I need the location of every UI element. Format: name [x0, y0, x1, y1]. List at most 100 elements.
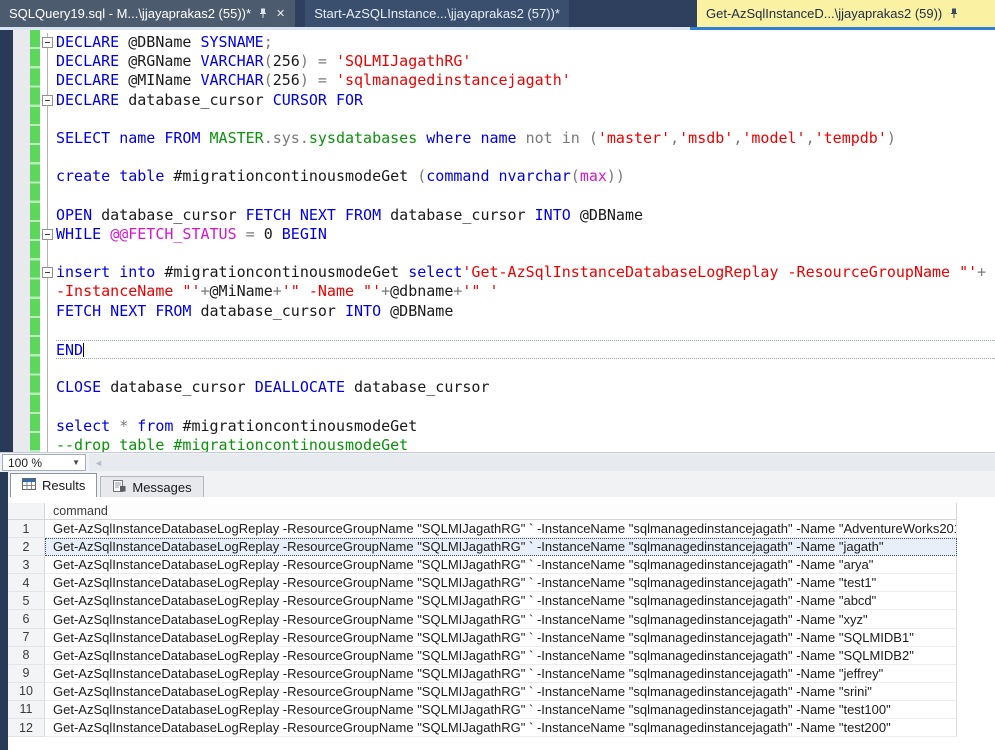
- grid-row[interactable]: 11Get-AzSqlInstanceDatabaseLogReplay -Re…: [8, 701, 995, 719]
- code-line: SELECT name FROM MASTER.sys.sysdatabases…: [40, 129, 995, 148]
- outline-margin: [40, 302, 56, 321]
- grid-row[interactable]: 7Get-AzSqlInstanceDatabaseLogReplay -Res…: [8, 629, 995, 647]
- grid-row[interactable]: 4Get-AzSqlInstanceDatabaseLogReplay -Res…: [8, 574, 995, 592]
- change-tracking-bar: [30, 30, 40, 452]
- close-icon[interactable]: ✕: [275, 7, 286, 20]
- fold-collapse-icon[interactable]: [40, 225, 56, 244]
- results-tabbar: Results Messages: [8, 472, 995, 497]
- scroll-left-icon[interactable]: ◄: [89, 458, 103, 468]
- grid-row[interactable]: 5Get-AzSqlInstanceDatabaseLogReplay -Res…: [8, 592, 995, 610]
- text-caret: [83, 343, 84, 357]
- code-area[interactable]: DECLARE @DBName SYSNAME;DECLARE @RGName …: [40, 30, 995, 452]
- code-line: END: [40, 340, 995, 359]
- tab-label: Messages: [132, 480, 191, 495]
- tab-get-azsqlinstance[interactable]: Get-AzSqlInstanceD...\jjayaprakas2 (59)): [697, 0, 995, 27]
- editor-statusbar: 100 % ▼ ◄: [0, 452, 995, 472]
- ssms-window: SQLQuery19.sql - M...\jjayaprakas2 (55))…: [0, 0, 995, 750]
- row-number[interactable]: 11: [8, 701, 45, 719]
- results-pane: Results Messages command 1Get-AzSqlInsta…: [0, 472, 995, 750]
- outline-margin: [40, 417, 56, 436]
- command-cell[interactable]: Get-AzSqlInstanceDatabaseLogReplay -Reso…: [45, 556, 957, 574]
- code-line: [40, 110, 995, 129]
- grid-row[interactable]: 10Get-AzSqlInstanceDatabaseLogReplay -Re…: [8, 683, 995, 701]
- grid-row[interactable]: 2Get-AzSqlInstanceDatabaseLogReplay -Res…: [8, 538, 995, 556]
- command-cell[interactable]: Get-AzSqlInstanceDatabaseLogReplay -Reso…: [45, 610, 957, 628]
- horizontal-scrollbar[interactable]: ◄: [89, 454, 995, 471]
- outline-margin: [40, 244, 56, 263]
- code-line: [40, 398, 995, 417]
- command-cell[interactable]: Get-AzSqlInstanceDatabaseLogReplay -Reso…: [45, 538, 957, 556]
- code-line: FETCH NEXT FROM database_cursor INTO @DB…: [40, 302, 995, 321]
- command-cell[interactable]: Get-AzSqlInstanceDatabaseLogReplay -Reso…: [45, 665, 957, 683]
- code-line: DECLARE @RGName VARCHAR(256) = 'SQLMIJag…: [40, 52, 995, 71]
- outline-margin: [40, 71, 56, 90]
- grid-row[interactable]: 9Get-AzSqlInstanceDatabaseLogReplay -Res…: [8, 665, 995, 683]
- tab-sqlquery19[interactable]: SQLQuery19.sql - M...\jjayaprakas2 (55))…: [0, 0, 295, 27]
- command-cell[interactable]: Get-AzSqlInstanceDatabaseLogReplay -Reso…: [45, 574, 957, 592]
- editor-gutter: [13, 30, 30, 452]
- tab-messages[interactable]: Messages: [100, 476, 203, 497]
- row-number[interactable]: 4: [8, 574, 45, 592]
- outline-margin: [40, 187, 56, 206]
- code-line: [40, 244, 995, 263]
- command-cell[interactable]: Get-AzSqlInstanceDatabaseLogReplay -Reso…: [45, 647, 957, 665]
- command-cell[interactable]: Get-AzSqlInstanceDatabaseLogReplay -Reso…: [45, 683, 957, 701]
- code-line: DECLARE @DBName SYSNAME;: [40, 33, 995, 52]
- outline-margin: [40, 359, 56, 378]
- pin-icon[interactable]: [258, 8, 268, 19]
- fold-collapse-icon[interactable]: [40, 263, 56, 282]
- row-number[interactable]: 7: [8, 629, 45, 647]
- tab-results[interactable]: Results: [10, 473, 97, 497]
- row-number[interactable]: 2: [8, 538, 45, 556]
- grid-row[interactable]: 1Get-AzSqlInstanceDatabaseLogReplay -Res…: [8, 520, 995, 538]
- outline-margin: [40, 378, 56, 397]
- tab-label: Start-AzSQLInstance...\jjayaprakas2 (57)…: [314, 6, 560, 21]
- results-grid: command 1Get-AzSqlInstanceDatabaseLogRep…: [8, 497, 995, 750]
- grid-row[interactable]: 3Get-AzSqlInstanceDatabaseLogReplay -Res…: [8, 556, 995, 574]
- sql-editor[interactable]: DECLARE @DBName SYSNAME;DECLARE @RGName …: [0, 30, 995, 452]
- code-line: select * from #migrationcontinousmodeGet: [40, 417, 995, 436]
- zoom-level: 100 %: [8, 456, 42, 470]
- grid-row[interactable]: 12Get-AzSqlInstanceDatabaseLogReplay -Re…: [8, 719, 995, 737]
- code-line: create table #migrationcontinousmodeGet …: [40, 167, 995, 186]
- code-line: insert into #migrationcontinousmodeGet s…: [40, 263, 995, 282]
- row-number[interactable]: 9: [8, 665, 45, 683]
- grid-icon: [22, 478, 36, 493]
- row-number[interactable]: 8: [8, 647, 45, 665]
- window-left-border: [0, 472, 8, 750]
- code-line: DECLARE database_cursor CURSOR FOR: [40, 91, 995, 110]
- pin-icon[interactable]: [949, 8, 959, 19]
- grid-row[interactable]: 6Get-AzSqlInstanceDatabaseLogReplay -Res…: [8, 610, 995, 628]
- row-number[interactable]: 12: [8, 719, 45, 737]
- row-number-header[interactable]: [8, 503, 45, 520]
- zoom-dropdown[interactable]: 100 % ▼: [2, 454, 86, 471]
- messages-icon: [112, 480, 126, 495]
- command-cell[interactable]: Get-AzSqlInstanceDatabaseLogReplay -Reso…: [45, 719, 957, 737]
- outline-margin: [40, 52, 56, 71]
- tab-start-azsqlinstance[interactable]: Start-AzSQLInstance...\jjayaprakas2 (57)…: [305, 0, 569, 27]
- command-cell[interactable]: Get-AzSqlInstanceDatabaseLogReplay -Reso…: [45, 701, 957, 719]
- row-number[interactable]: 10: [8, 683, 45, 701]
- code-line: WHILE @@FETCH_STATUS = 0 BEGIN: [40, 225, 995, 244]
- command-cell[interactable]: Get-AzSqlInstanceDatabaseLogReplay -Reso…: [45, 629, 957, 647]
- grid-row[interactable]: 8Get-AzSqlInstanceDatabaseLogReplay -Res…: [8, 647, 995, 665]
- command-cell[interactable]: Get-AzSqlInstanceDatabaseLogReplay -Reso…: [45, 520, 957, 538]
- row-number[interactable]: 1: [8, 520, 45, 538]
- outline-margin: [40, 148, 56, 167]
- row-number[interactable]: 5: [8, 592, 45, 610]
- fold-collapse-icon[interactable]: [40, 91, 56, 110]
- grid-header-row: command: [8, 503, 995, 520]
- outline-margin: [40, 340, 56, 359]
- column-header-command[interactable]: command: [45, 503, 957, 520]
- command-cell[interactable]: Get-AzSqlInstanceDatabaseLogReplay -Reso…: [45, 592, 957, 610]
- row-number[interactable]: 3: [8, 556, 45, 574]
- outline-margin: [40, 206, 56, 225]
- fold-collapse-icon[interactable]: [40, 33, 56, 52]
- code-line: [40, 187, 995, 206]
- code-line: --drop table #migrationcontinousmodeGet: [40, 436, 995, 452]
- code-line: [40, 359, 995, 378]
- code-line: [40, 148, 995, 167]
- document-tabbar: SQLQuery19.sql - M...\jjayaprakas2 (55))…: [0, 0, 995, 27]
- row-number[interactable]: 6: [8, 610, 45, 628]
- chevron-down-icon: ▼: [72, 458, 80, 467]
